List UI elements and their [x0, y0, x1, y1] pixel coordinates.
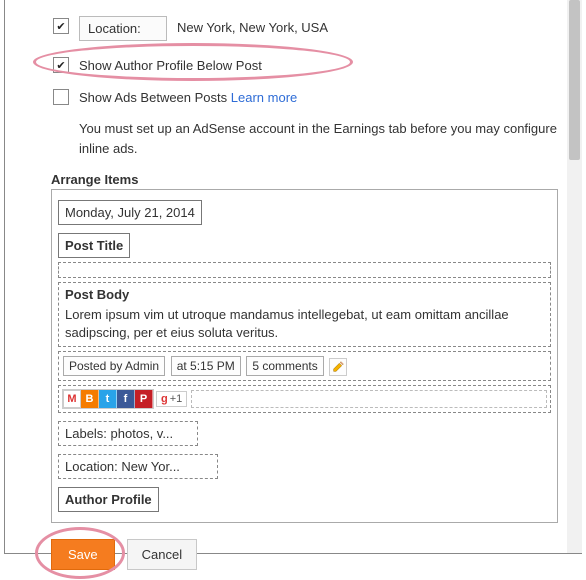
arrange-title: Arrange Items — [51, 172, 558, 187]
location-label-box: Location: — [79, 16, 167, 41]
location-value: New York, New York, USA — [177, 16, 328, 35]
option-location: ✔ Location: New York, New York, USA — [53, 16, 558, 41]
posted-by-pill[interactable]: Posted by Admin — [63, 356, 165, 376]
date-box[interactable]: Monday, July 21, 2014 — [58, 200, 202, 225]
facebook-icon[interactable]: f — [117, 390, 135, 408]
share-icons: M B t f P — [62, 389, 154, 409]
blogger-icon[interactable]: B — [81, 390, 99, 408]
mail-icon[interactable]: M — [63, 390, 81, 408]
author-profile-label: Show Author Profile Below Post — [79, 55, 262, 73]
share-spacer — [191, 390, 547, 408]
labels-box[interactable]: Labels: photos, v... — [58, 421, 198, 446]
save-button[interactable]: Save — [51, 539, 115, 570]
google-plus-button[interactable]: g+1 — [156, 391, 187, 407]
option-ads: ✔ Show Ads Between Posts Learn more — [53, 87, 558, 105]
post-time-pill[interactable]: at 5:15 PM — [171, 356, 241, 376]
scrollbar-track[interactable] — [567, 0, 582, 553]
scrollbar-thumb[interactable] — [569, 0, 580, 160]
settings-panel: ✔ Location: New York, New York, USA ✔ Sh… — [4, 0, 582, 554]
location-box[interactable]: Location: New Yor... — [58, 454, 218, 479]
ads-help-text: You must set up an AdSense account in th… — [79, 119, 558, 158]
action-buttons: Save Cancel — [51, 539, 558, 570]
cancel-button[interactable]: Cancel — [127, 539, 197, 570]
pinterest-icon[interactable]: P — [135, 390, 153, 408]
comments-pill[interactable]: 5 comments — [246, 356, 323, 376]
author-profile-box[interactable]: Author Profile — [58, 487, 159, 512]
ads-label: Show Ads Between Posts — [79, 90, 227, 105]
checkbox-author-profile[interactable]: ✔ — [53, 57, 69, 73]
post-meta-row[interactable]: Posted by Admin at 5:15 PM 5 comments — [58, 351, 551, 381]
share-row[interactable]: M B t f P g+1 — [58, 385, 551, 413]
post-title-box[interactable]: Post Title — [58, 233, 130, 258]
option-author-profile: ✔ Show Author Profile Below Post — [53, 55, 558, 73]
ads-learn-more-link[interactable]: Learn more — [231, 90, 297, 105]
arrange-container: Monday, July 21, 2014 Post Title Post Bo… — [51, 189, 558, 523]
checkbox-location[interactable]: ✔ — [53, 18, 69, 34]
checkbox-ads[interactable]: ✔ — [53, 89, 69, 105]
post-body-label: Post Body — [65, 287, 544, 302]
twitter-icon[interactable]: t — [99, 390, 117, 408]
spacer-box[interactable] — [58, 262, 551, 278]
post-body-box[interactable]: Post Body Lorem ipsum vim ut utroque man… — [58, 282, 551, 347]
edit-icon[interactable] — [329, 358, 347, 376]
post-body-text: Lorem ipsum vim ut utroque mandamus inte… — [65, 306, 544, 342]
